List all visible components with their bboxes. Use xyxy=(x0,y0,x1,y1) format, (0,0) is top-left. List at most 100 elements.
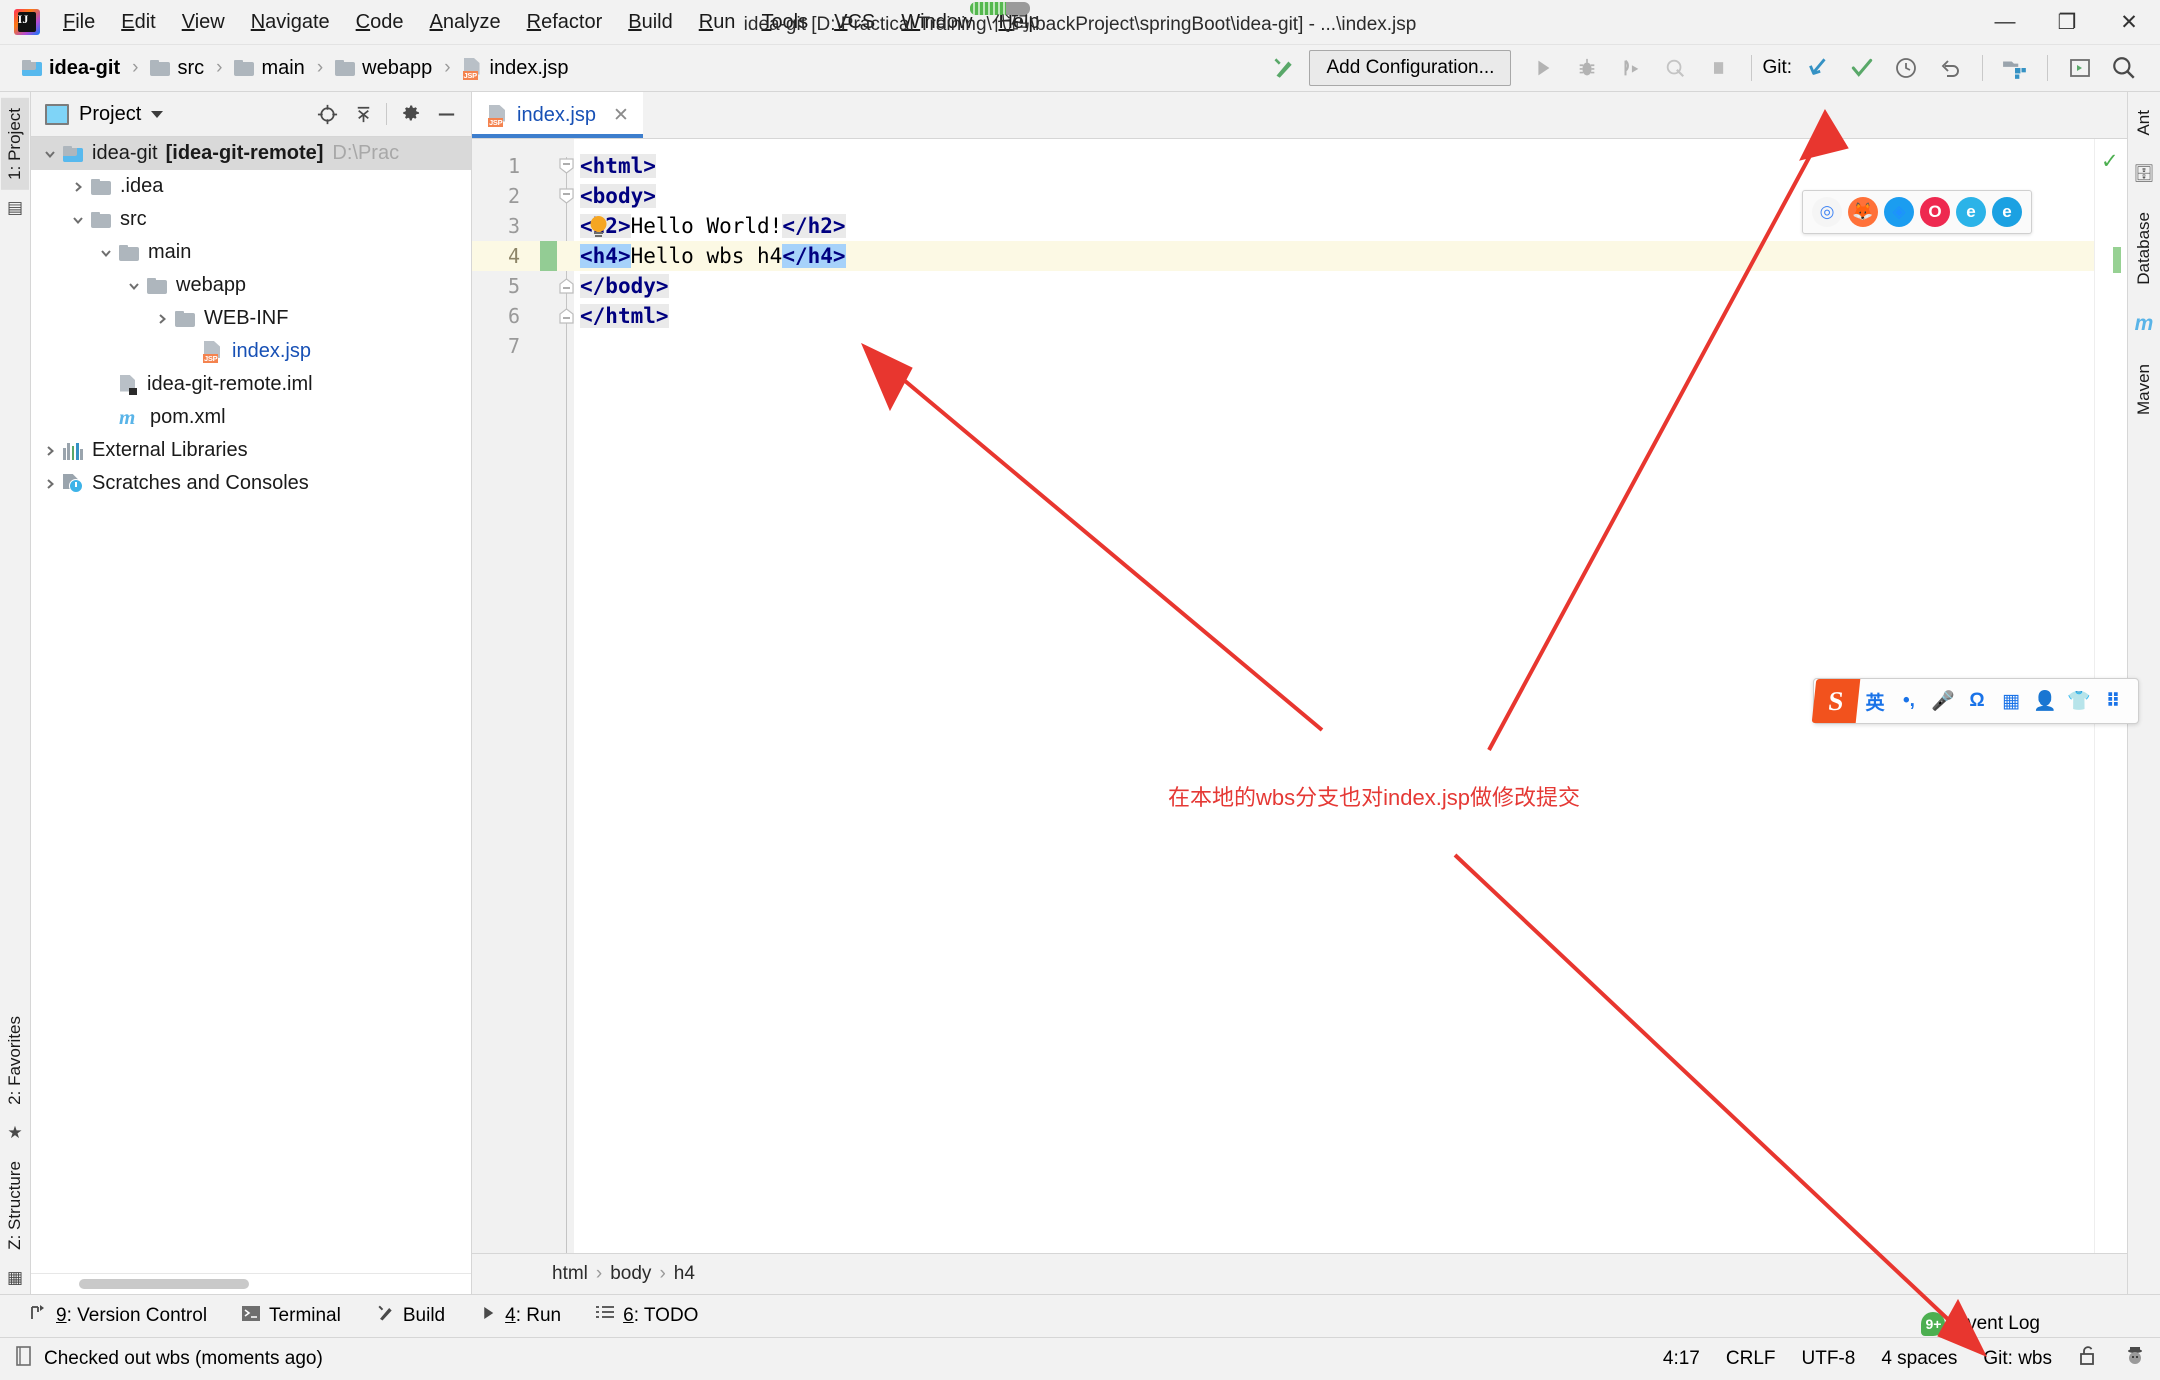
user-profile-icon[interactable]: 👤 xyxy=(2028,684,2062,718)
punctuation-icon[interactable]: •, xyxy=(1892,684,1926,718)
tree-twisty[interactable] xyxy=(93,246,119,260)
chrome-icon[interactable]: ◎ xyxy=(1812,197,1842,227)
soft-keyboard-icon[interactable]: ▦ xyxy=(1994,684,2028,718)
tree-node-web-inf[interactable]: WEB-INF xyxy=(31,302,471,335)
sidebar-item-ant[interactable]: Ant xyxy=(2130,100,2158,146)
sogou-ime-toolbar[interactable]: S 英 •, 🎤 Ω ▦ 👤 👕 ⠿ xyxy=(1811,678,2139,724)
navigation-breadcrumb[interactable]: idea-git › src › main › webapp › JSP index.jsp xyxy=(0,55,572,82)
skin-icon[interactable]: 👕 xyxy=(2062,684,2096,718)
fold-region[interactable] xyxy=(540,241,574,271)
file-encoding[interactable]: UTF-8 xyxy=(1802,1348,1856,1370)
breadcrumb-src[interactable]: src xyxy=(146,55,208,82)
ie-icon[interactable]: e xyxy=(1992,197,2022,227)
breadcrumb-main[interactable]: main xyxy=(230,55,308,82)
editor-breadcrumb-h4[interactable]: h4 xyxy=(674,1263,695,1285)
tree-twisty[interactable] xyxy=(37,147,63,161)
menu-navigate[interactable]: Navigate xyxy=(238,7,343,38)
opera-icon[interactable]: O xyxy=(1920,197,1950,227)
structure-small-icon[interactable]: ▤ xyxy=(7,198,23,218)
code-line[interactable] xyxy=(574,331,2094,361)
profile-icon[interactable] xyxy=(1653,48,1697,88)
window-controls[interactable]: — ❐ ✕ xyxy=(1974,0,2160,44)
add-configuration-button[interactable]: Add Configuration... xyxy=(1309,50,1512,86)
debug-icon[interactable] xyxy=(1565,48,1609,88)
code-line[interactable]: <h4>Hello wbs h4</h4> xyxy=(574,241,2094,271)
fold-collapse-icon[interactable] xyxy=(559,158,574,174)
fold-region[interactable] xyxy=(542,151,574,181)
sidebar-item-project[interactable]: 1: Project xyxy=(1,98,29,190)
tool-window-todo[interactable]: 6: TODO xyxy=(581,1300,712,1332)
tree-twisty[interactable] xyxy=(65,213,91,227)
browser-popup-toolbar[interactable]: ◎ 🦊 ◈ Oe e xyxy=(1802,190,2032,234)
tree-node-scratches-and-consoles[interactable]: Scratches and Consoles xyxy=(31,467,471,500)
tool-window-terminal[interactable]: Terminal xyxy=(227,1299,355,1333)
menu-edit[interactable]: Edit xyxy=(108,7,168,38)
run-icon[interactable] xyxy=(1521,48,1565,88)
sidebar-item-favorites[interactable]: 2: Favorites xyxy=(1,1006,29,1115)
fold-collapse-end-icon[interactable] xyxy=(559,308,574,324)
tree-node-idea-git-remote-iml[interactable]: idea-git-remote.iml xyxy=(31,368,471,401)
tool-window-versioncontrol[interactable]: 9: Version Control xyxy=(14,1299,221,1333)
tree-node-index-jsp[interactable]: JSP index.jsp xyxy=(31,335,471,368)
sidebar-item-maven[interactable]: Maven xyxy=(2130,354,2158,425)
tab-index-jsp[interactable]: JSP index.jsp ✕ xyxy=(472,92,643,138)
sidebar-item-structure[interactable]: Z: Structure xyxy=(1,1151,29,1260)
editor-breadcrumb[interactable]: html › body › h4 xyxy=(472,1253,2127,1294)
fold-region[interactable] xyxy=(542,211,574,241)
tree-node-idea-git[interactable]: idea-git [idea-git-remote] D:\Prac xyxy=(31,137,471,170)
symbol-input-icon[interactable]: Ω xyxy=(1960,684,1994,718)
code-line[interactable]: </body> xyxy=(574,271,2094,301)
intention-bulb-icon[interactable] xyxy=(588,215,609,237)
tree-twisty[interactable] xyxy=(121,279,147,293)
tree-twisty[interactable] xyxy=(65,180,91,194)
tree-twisty[interactable] xyxy=(149,312,175,326)
tree-node-webapp[interactable]: webapp xyxy=(31,269,471,302)
menu-file[interactable]: File xyxy=(50,7,108,38)
stop-icon[interactable] xyxy=(1697,48,1741,88)
gear-icon[interactable] xyxy=(393,97,427,131)
database-small-icon[interactable]: 🗄 xyxy=(2133,164,2155,184)
project-structure-icon[interactable] xyxy=(1993,48,2037,88)
history-icon[interactable] xyxy=(1884,48,1928,88)
build-hammer-icon[interactable] xyxy=(1261,48,1305,88)
firefox-icon[interactable]: 🦊 xyxy=(1848,197,1878,227)
project-horizontal-scrollbar[interactable] xyxy=(31,1273,471,1294)
language-mode-icon[interactable]: 英 xyxy=(1858,684,1892,718)
fold-collapse-end-icon[interactable] xyxy=(559,278,574,294)
tree-node-main[interactable]: main xyxy=(31,236,471,269)
edge-icon[interactable]: e xyxy=(1956,197,1986,227)
code-line[interactable]: </html> xyxy=(574,301,2094,331)
event-log-label[interactable]: Event Log xyxy=(1954,1313,2040,1335)
minimize-button[interactable]: — xyxy=(1974,0,2036,44)
fold-region[interactable] xyxy=(542,331,574,361)
project-tree[interactable]: idea-git [idea-git-remote] D:\Prac .idea src… xyxy=(31,137,471,1273)
menu-refactor[interactable]: Refactor xyxy=(514,7,616,38)
fold-region[interactable] xyxy=(542,181,574,211)
editor-breadcrumb-body[interactable]: body xyxy=(610,1263,651,1285)
collapse-all-icon[interactable] xyxy=(346,97,380,131)
menu-run[interactable]: Run xyxy=(686,7,749,38)
sidebar-item-database[interactable]: Database xyxy=(2130,202,2158,295)
star-icon[interactable]: ★ xyxy=(7,1123,22,1143)
tree-node-src[interactable]: src xyxy=(31,203,471,236)
menu-code[interactable]: Code xyxy=(343,7,417,38)
menu-analyze[interactable]: Analyze xyxy=(416,7,513,38)
tree-twisty[interactable] xyxy=(37,444,63,458)
fold-collapse-icon[interactable] xyxy=(559,188,574,204)
maximize-button[interactable]: ❐ xyxy=(2036,0,2098,44)
rollback-icon[interactable] xyxy=(1928,48,1972,88)
tool-window-build[interactable]: Build xyxy=(361,1299,459,1333)
close-button[interactable]: ✕ xyxy=(2098,0,2160,44)
sogou-logo-icon[interactable]: S xyxy=(1811,679,1861,723)
maven-small-icon[interactable]: m xyxy=(2135,312,2154,336)
chevron-down-icon[interactable] xyxy=(151,110,164,118)
safari-icon[interactable]: ◈ xyxy=(1884,197,1914,227)
tree-node--idea[interactable]: .idea xyxy=(31,170,471,203)
breadcrumb-webapp[interactable]: webapp xyxy=(331,55,436,82)
tree-twisty[interactable] xyxy=(37,477,63,491)
project-panel-title-group[interactable]: Project xyxy=(45,103,164,126)
fold-region[interactable] xyxy=(542,301,574,331)
unlocked-icon[interactable] xyxy=(2078,1345,2098,1373)
menu-build[interactable]: Build xyxy=(615,7,685,38)
tree-node-external-libraries[interactable]: External Libraries xyxy=(31,434,471,467)
